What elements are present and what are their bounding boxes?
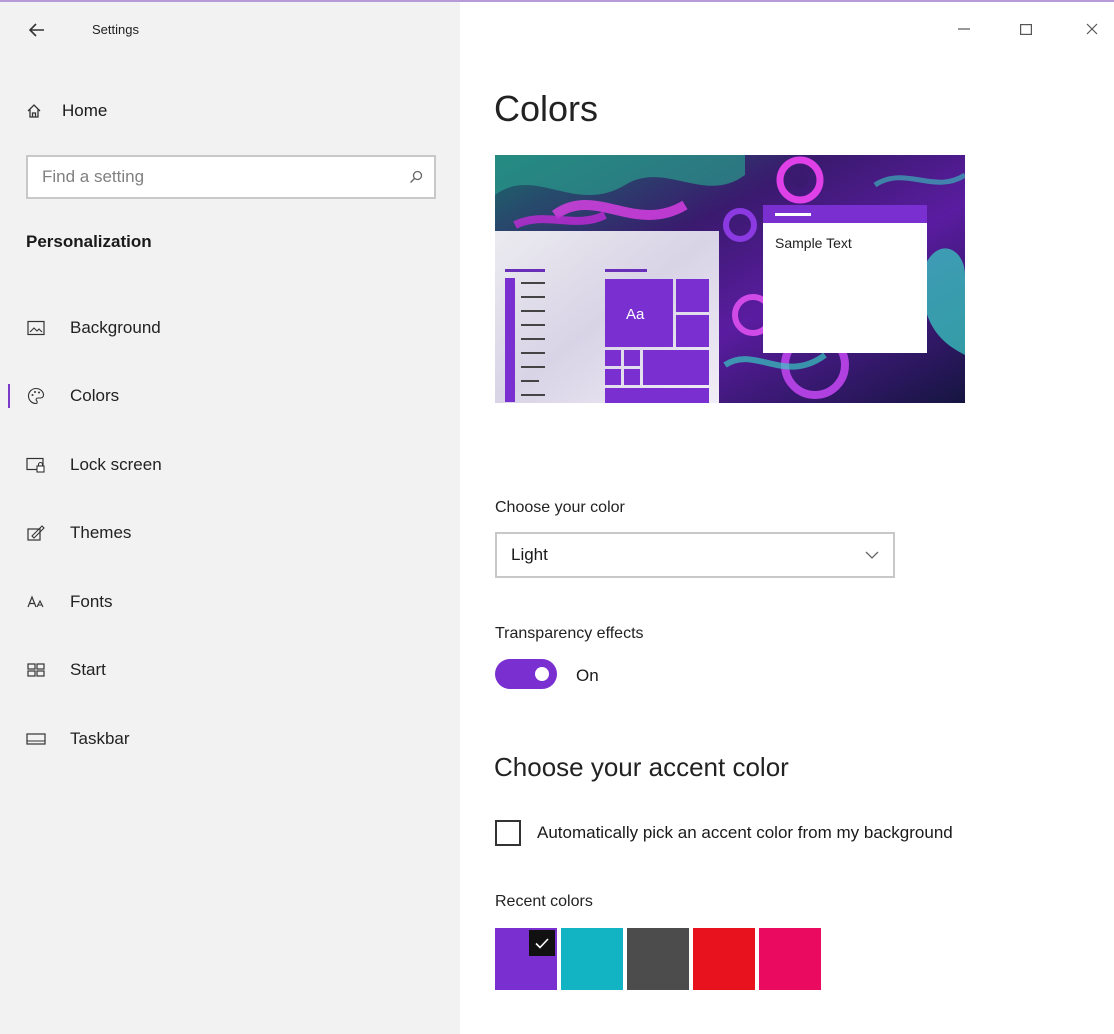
sidebar-item-label: Taskbar	[70, 729, 130, 748]
sidebar-item-label: Lock screen	[70, 455, 162, 474]
accent-heading: Choose your accent color	[494, 752, 789, 782]
sidebar-item-taskbar[interactable]: Taskbar	[8, 717, 448, 761]
chevron-down-icon	[865, 551, 879, 559]
picture-icon	[26, 318, 46, 338]
transparency-toggle[interactable]	[495, 659, 557, 689]
color-swatch[interactable]	[627, 928, 689, 990]
sidebar-item-label: Themes	[70, 523, 132, 542]
fonts-icon	[26, 592, 46, 612]
preview-tile-label: Aa	[626, 306, 645, 323]
sidebar-item-label: Background	[70, 318, 161, 337]
sidebar-item-start[interactable]: Start	[8, 648, 448, 692]
toggle-knob	[535, 667, 549, 681]
sidebar-item-label: Colors	[70, 386, 120, 405]
app-title: Settings	[92, 22, 139, 37]
close-icon	[1086, 23, 1098, 35]
theme-preview: Aa Sample Text	[495, 155, 965, 403]
back-arrow-icon	[29, 23, 44, 37]
sidebar-item-lock-screen[interactable]: Lock screen	[8, 443, 448, 487]
preview-wallpaper	[495, 155, 965, 403]
preview-sample-text: Sample Text	[775, 235, 852, 251]
color-swatch[interactable]	[561, 928, 623, 990]
start-icon	[26, 660, 46, 680]
lock-screen-icon	[26, 455, 46, 475]
choose-color-dropdown[interactable]: Light	[495, 532, 895, 578]
maximize-button[interactable]	[1006, 14, 1046, 44]
sidebar-item-label: Start	[70, 660, 106, 679]
sidebar: Settings Home Personalization Background	[0, 2, 460, 1034]
search-box[interactable]	[26, 155, 436, 199]
color-swatch[interactable]	[495, 928, 557, 990]
settings-window: Settings Home Personalization Background	[0, 0, 1114, 1034]
choose-color-label: Choose your color	[495, 499, 625, 516]
taskbar-icon	[26, 729, 46, 749]
recent-colors-label: Recent colors	[495, 893, 593, 910]
home-icon	[27, 104, 41, 118]
section-title: Personalization	[26, 232, 152, 251]
sidebar-item-colors[interactable]: Colors	[8, 374, 448, 418]
back-button[interactable]	[22, 16, 52, 44]
sidebar-item-fonts[interactable]: Fonts	[8, 580, 448, 624]
sidebar-item-background[interactable]: Background	[8, 306, 448, 350]
sidebar-item-themes[interactable]: Themes	[8, 511, 448, 555]
minimize-button[interactable]	[944, 14, 984, 44]
color-swatch[interactable]	[759, 928, 821, 990]
close-button[interactable]	[1072, 14, 1112, 44]
maximize-icon	[1020, 23, 1032, 35]
home-label: Home	[62, 101, 108, 120]
search-icon[interactable]	[398, 170, 434, 184]
sidebar-item-label: Fonts	[70, 592, 113, 611]
themes-icon	[26, 523, 46, 543]
page-title: Colors	[494, 88, 599, 129]
auto-pick-row[interactable]: Automatically pick an accent color from …	[495, 820, 953, 846]
auto-pick-checkbox[interactable]	[495, 820, 521, 846]
minimize-icon	[958, 28, 970, 30]
recent-colors	[495, 928, 821, 990]
home-link[interactable]: Home	[26, 96, 107, 126]
auto-pick-label: Automatically pick an accent color from …	[537, 823, 953, 842]
toggle-state-label: On	[576, 666, 599, 685]
transparency-label: Transparency effects	[495, 625, 644, 642]
dropdown-value: Light	[511, 545, 548, 564]
color-swatch[interactable]	[693, 928, 755, 990]
palette-icon	[26, 386, 46, 406]
check-icon	[529, 930, 555, 956]
search-input[interactable]	[28, 166, 398, 188]
